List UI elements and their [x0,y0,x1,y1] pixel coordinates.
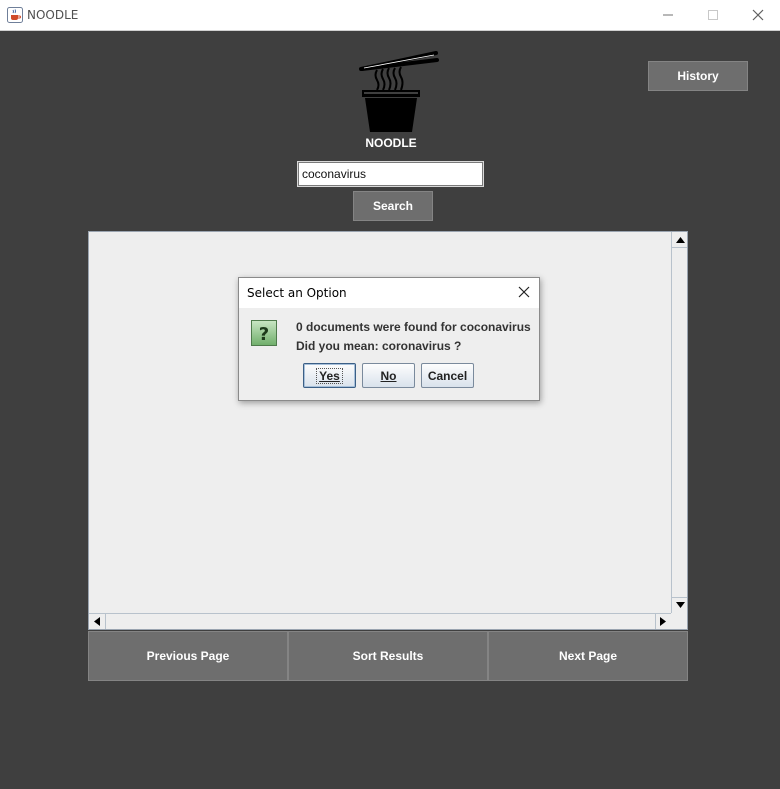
cancel-button-label: Cancel [427,368,468,383]
close-icon [752,9,763,21]
scroll-corner [671,613,687,629]
search-input[interactable] [297,161,484,187]
vertical-scrollbar[interactable] [671,232,687,613]
close-window-button[interactable] [735,0,780,30]
sort-results-button[interactable]: Sort Results [288,631,488,681]
no-button[interactable]: No [362,363,415,388]
minimize-button[interactable] [645,0,690,30]
close-icon[interactable] [517,285,531,299]
logo-title: NOODLE [365,136,417,150]
scroll-right-icon[interactable] [656,614,670,628]
history-button[interactable]: History [648,61,748,91]
yes-button[interactable]: Yes [303,363,356,388]
maximize-button[interactable] [690,0,735,30]
previous-page-button[interactable]: Previous Page [88,631,288,681]
cancel-button[interactable]: Cancel [421,363,474,388]
dialog-title: Select an Option [247,286,347,300]
maximize-icon [707,10,718,20]
scroll-left-icon[interactable] [90,614,104,628]
dialog-titlebar: Select an Option [239,278,539,308]
window-titlebar: NOODLE [0,0,780,31]
next-page-button[interactable]: Next Page [488,631,688,681]
no-button-label: No [380,368,397,383]
horizontal-scroll-track[interactable] [105,614,656,629]
vertical-scroll-track[interactable] [672,247,687,598]
option-dialog: Select an Option ? 0 documents were foun… [238,277,540,401]
question-icon: ? [251,320,277,346]
svg-text:?: ? [259,324,269,345]
noodle-bowl-icon [358,50,440,134]
window-title: NOODLE [27,8,79,22]
horizontal-scrollbar[interactable] [89,613,671,629]
yes-button-label: Yes [316,367,343,384]
dialog-message: 0 documents were found for coconavirus [296,320,531,334]
minimize-icon [662,14,673,16]
scroll-down-icon[interactable] [673,598,687,612]
dialog-suggestion: Did you mean: coronavirus ? [296,339,462,353]
java-cup-icon [7,7,23,23]
pagination-bar: Previous Page Sort Results Next Page [88,631,688,681]
search-button[interactable]: Search [353,191,433,221]
scroll-up-icon[interactable] [673,233,687,247]
